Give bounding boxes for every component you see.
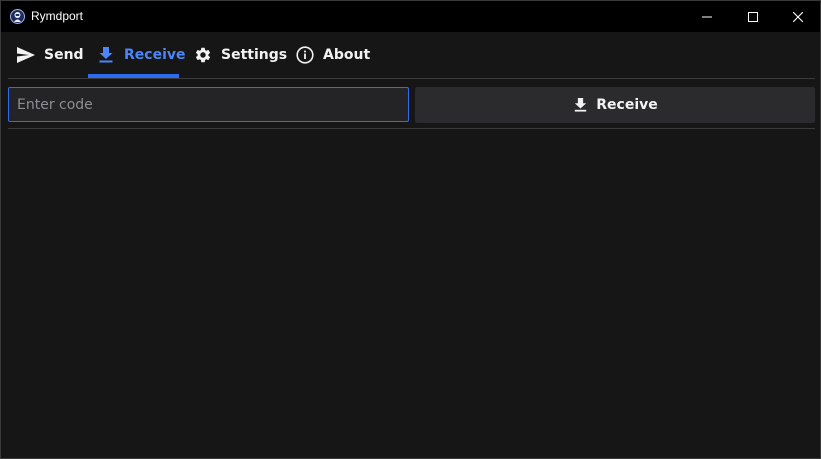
- receive-button[interactable]: Receive: [415, 87, 815, 123]
- receive-button-label: Receive: [596, 97, 658, 113]
- tab-settings[interactable]: Settings: [193, 32, 287, 78]
- minimize-button[interactable]: [684, 1, 730, 32]
- download-icon: [96, 45, 116, 65]
- gear-icon: [193, 45, 213, 65]
- tab-about-label: About: [323, 47, 371, 63]
- maximize-button[interactable]: [730, 1, 776, 32]
- title-bar[interactable]: Rymdport: [1, 1, 820, 32]
- info-icon: [295, 45, 315, 65]
- tab-about[interactable]: About: [295, 32, 370, 78]
- close-button[interactable]: [775, 1, 821, 32]
- tab-settings-label: Settings: [221, 47, 288, 63]
- window-title: Rymdport: [31, 9, 84, 23]
- code-input[interactable]: [8, 87, 409, 122]
- tab-send-label: Send: [44, 47, 84, 63]
- tab-send[interactable]: Send: [16, 32, 84, 78]
- rymdport-astronaut-icon: [10, 9, 25, 24]
- app-window: Rymdport Send Receive Settings About Ent…: [0, 0, 821, 459]
- send-icon: [16, 45, 36, 65]
- tab-receive[interactable]: Receive: [96, 32, 186, 78]
- tab-receive-label: Receive: [124, 47, 186, 63]
- maximize-icon: [748, 11, 758, 22]
- minimize-icon: [702, 12, 712, 22]
- download-icon: [572, 97, 588, 113]
- tab-divider: [8, 78, 815, 79]
- close-icon: [793, 11, 803, 22]
- tab-bar: Send Receive Settings About: [1, 32, 820, 78]
- receive-list-area: [1, 129, 820, 458]
